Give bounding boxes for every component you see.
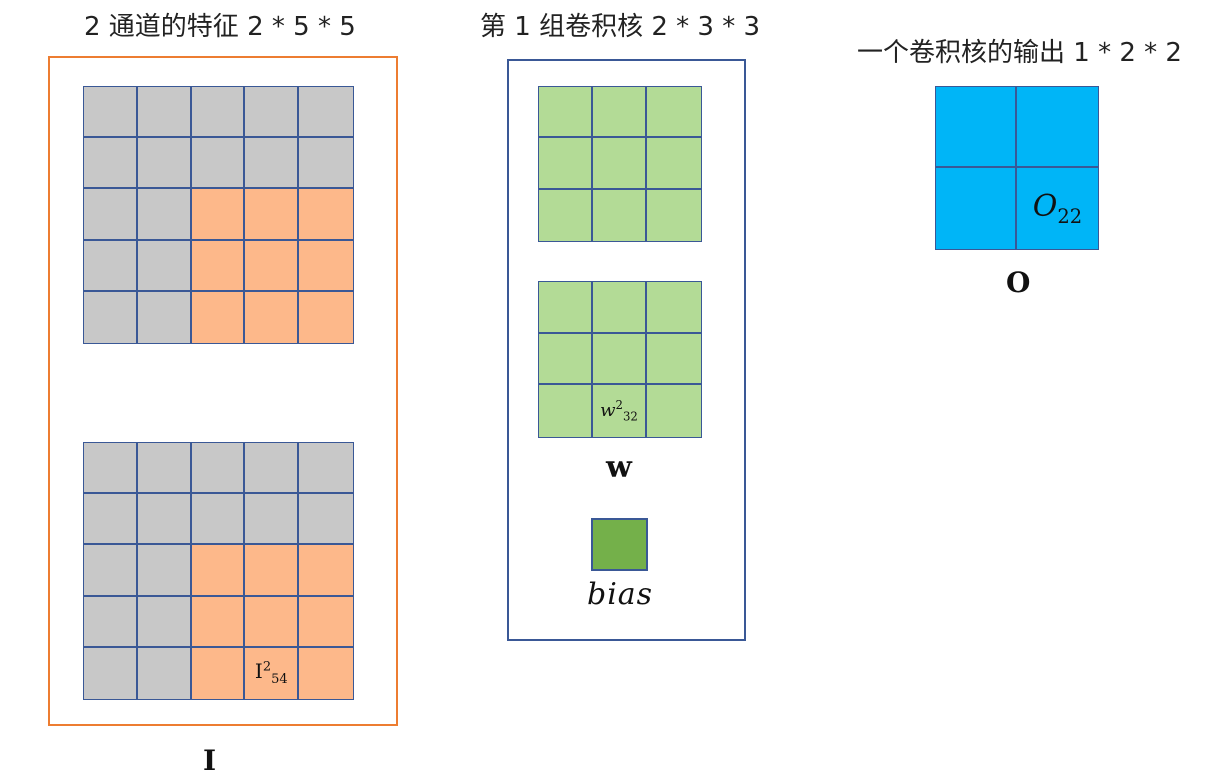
input-ch1-cell-r2-c4	[245, 138, 300, 190]
kernel-ch2-cell-r3-c3	[647, 385, 701, 437]
input-ch1-cell-r1-c5	[299, 87, 353, 139]
input-ch1-cell-r4-c4	[245, 240, 300, 292]
input-ch1-cell-r5-c5	[299, 291, 353, 343]
kernel-ch1-cell-r3-c3	[647, 189, 701, 241]
input-ch2-cell-r4-c2	[137, 596, 192, 648]
input-ch2-cell-r2-c3	[191, 494, 246, 546]
input-ch1-cell-r3-c2	[137, 189, 192, 241]
kernel-ch2-cell-r1-c1	[539, 282, 593, 334]
input-ch2-cell-r5-c4-label: I254	[254, 659, 288, 688]
input-ch2-cell-r4-c4	[245, 596, 300, 648]
kernel-ch1-cell-r1-c3	[647, 87, 701, 139]
input-ch1-cell-r2-c2	[137, 138, 192, 190]
input-channel-2-grid: I254	[83, 442, 354, 700]
output-title: 一个卷积核的输出 1 * 2 * 2	[857, 38, 1182, 68]
input-ch1-cell-r5-c1	[84, 291, 138, 343]
input-ch2-cell-r4-c5	[299, 596, 353, 648]
kernel-ch1-cell-r2-c1	[539, 138, 593, 190]
input-ch1-cell-r3-c5	[299, 189, 353, 241]
input-ch2-cell-r5-c5	[299, 647, 353, 699]
input-ch2-cell-r2-c5	[299, 494, 353, 546]
input-ch1-cell-r4-c5	[299, 240, 353, 292]
input-label: I	[203, 744, 217, 777]
kernel-ch1-cell-r2-c3	[647, 138, 701, 190]
kernel-ch2-cell-r2-c1	[539, 333, 593, 386]
input-ch1-cell-r4-c1	[84, 240, 138, 292]
input-ch2-cell-r4-c3	[191, 596, 246, 648]
kernel-title: 第 1 组卷积核 2 * 3 * 3	[480, 12, 761, 42]
input-ch1-cell-r1-c3	[191, 87, 246, 139]
input-ch2-cell-r1-c1	[84, 443, 138, 495]
input-ch2-cell-r5-c1	[84, 647, 138, 699]
input-ch2-cell-r3-c5	[299, 545, 353, 597]
input-channel-1-grid	[83, 86, 354, 344]
input-ch2-cell-r3-c3	[191, 545, 246, 597]
kernel-ch1-cell-r2-c2	[593, 138, 647, 190]
kernel-ch1-cell-r3-c2	[593, 189, 647, 241]
output-cell-r2-c1	[936, 168, 1017, 249]
kernel-label: w	[606, 450, 632, 485]
input-ch1-cell-r3-c4	[245, 189, 300, 241]
kernel-ch2-cell-r1-c2	[593, 282, 647, 334]
input-ch2-cell-r4-c1	[84, 596, 138, 648]
kernel-ch1-cell-r3-c1	[539, 189, 593, 241]
input-ch2-cell-r2-c2	[137, 494, 192, 546]
input-ch1-cell-r3-c1	[84, 189, 138, 241]
input-ch2-cell-r5-c4: I254	[245, 647, 300, 699]
output-cell-r2-c2-label: O22	[1032, 189, 1083, 228]
input-ch2-cell-r5-c3	[191, 647, 246, 699]
kernel-channel-1-grid	[538, 86, 702, 242]
kernel-ch1-cell-r1-c2	[593, 87, 647, 139]
input-ch1-cell-r3-c3	[191, 189, 246, 241]
bias-cell	[591, 518, 648, 571]
input-ch1-cell-r2-c3	[191, 138, 246, 190]
input-ch1-cell-r5-c3	[191, 291, 246, 343]
input-ch1-cell-r4-c3	[191, 240, 246, 292]
input-ch1-cell-r2-c1	[84, 138, 138, 190]
input-ch1-cell-r4-c2	[137, 240, 192, 292]
output-cell-r1-c2	[1017, 87, 1098, 168]
kernel-ch2-cell-r2-c3	[647, 333, 701, 386]
input-ch2-cell-r5-c2	[137, 647, 192, 699]
input-ch2-cell-r1-c4	[245, 443, 300, 495]
input-ch2-cell-r1-c2	[137, 443, 192, 495]
input-ch1-cell-r1-c4	[245, 87, 300, 139]
input-ch1-cell-r1-c1	[84, 87, 138, 139]
kernel-ch2-cell-r2-c2	[593, 333, 647, 386]
kernel-ch1-cell-r1-c1	[539, 87, 593, 139]
input-ch1-cell-r5-c4	[245, 291, 300, 343]
input-ch2-cell-r1-c5	[299, 443, 353, 495]
input-ch1-cell-r1-c2	[137, 87, 192, 139]
input-ch1-cell-r5-c2	[137, 291, 192, 343]
input-ch2-cell-r2-c4	[245, 494, 300, 546]
input-ch1-cell-r2-c5	[299, 138, 353, 190]
input-ch2-cell-r3-c2	[137, 545, 192, 597]
input-ch2-cell-r3-c1	[84, 545, 138, 597]
kernel-ch2-cell-r3-c2: w232	[593, 385, 647, 437]
output-label: O	[1006, 266, 1031, 299]
input-ch2-cell-r2-c1	[84, 494, 138, 546]
kernel-ch2-cell-r3-c1	[539, 385, 593, 437]
kernel-channel-2-grid: w232	[538, 281, 702, 438]
kernel-ch2-cell-r1-c3	[647, 282, 701, 334]
input-ch2-cell-r1-c3	[191, 443, 246, 495]
input-ch2-cell-r3-c4	[245, 545, 300, 597]
bias-label: bias	[587, 577, 654, 612]
input-title: 2 通道的特征 2 * 5 * 5	[84, 12, 356, 42]
output-cell-r2-c2: O22	[1017, 168, 1098, 249]
output-grid: O22	[935, 86, 1099, 250]
output-cell-r1-c1	[936, 87, 1017, 168]
kernel-ch2-cell-r3-c2-label: w232	[600, 398, 638, 424]
